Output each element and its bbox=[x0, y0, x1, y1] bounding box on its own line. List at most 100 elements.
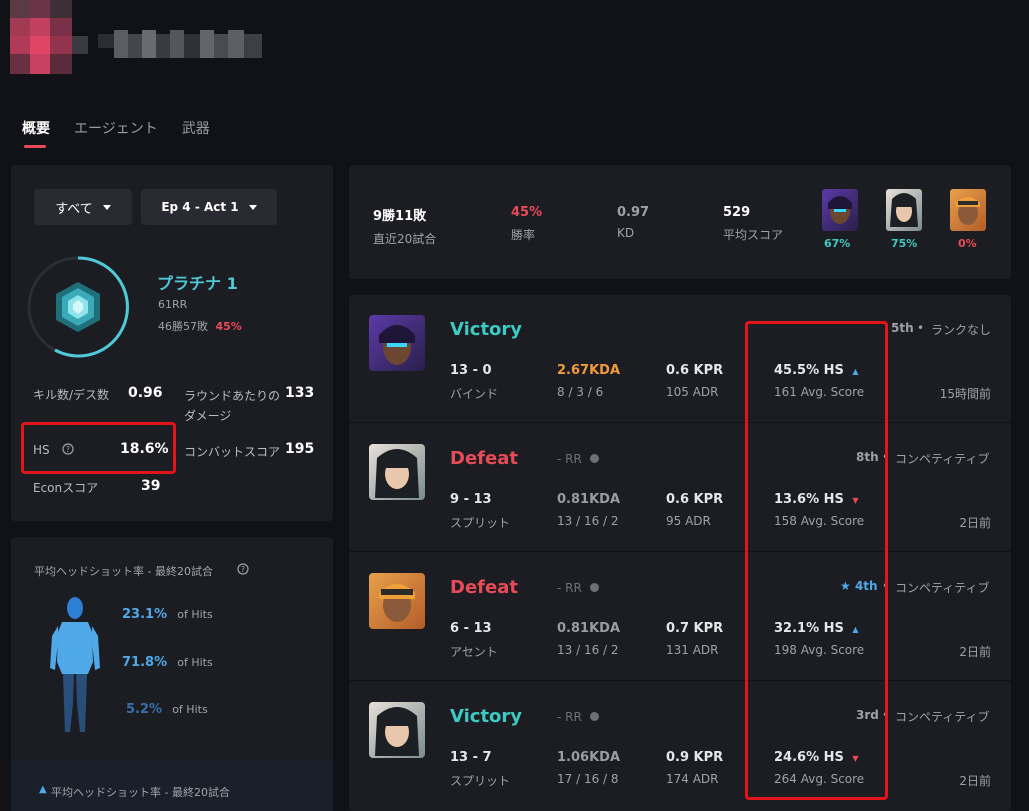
match-time: 2日前 bbox=[959, 516, 991, 530]
legs-hit-pct: 5.2% bbox=[126, 702, 163, 717]
summary-winrate-value: 45% bbox=[511, 205, 543, 220]
tab-weapons[interactable]: 武器 bbox=[182, 118, 210, 148]
rank-progress-ring bbox=[27, 256, 129, 358]
head-hit-row: 23.1% of Hits bbox=[122, 607, 213, 622]
summary-score-label: 平均スコア bbox=[723, 228, 784, 242]
info-icon[interactable] bbox=[589, 454, 599, 463]
summary-record: 9勝11敗 直近20試合 bbox=[373, 205, 436, 247]
match-time: 15時間前 bbox=[939, 387, 991, 401]
summary-kd-label: KD bbox=[617, 226, 635, 240]
act-filter-label: Ep 4 - Act 1 bbox=[161, 200, 239, 214]
econ-value: 39 bbox=[141, 478, 161, 494]
summary-kd: 0.97 KD bbox=[617, 205, 649, 240]
of-hits-label: of Hits bbox=[172, 703, 208, 716]
highlight-box bbox=[21, 422, 176, 474]
match-kda: 2.67KDA bbox=[557, 363, 621, 378]
match-adr: 131 ADR bbox=[666, 643, 719, 657]
headshot-title: 平均ヘッドショット率 - 最終20試合 bbox=[34, 565, 213, 578]
kd-value: 0.96 bbox=[128, 385, 163, 401]
legs-region bbox=[63, 674, 74, 732]
match-map: アセント bbox=[450, 645, 498, 659]
summary-winrate: 45% 勝率 bbox=[511, 205, 542, 243]
match-result: Victory bbox=[450, 319, 523, 340]
bullet-dot-icon: • bbox=[917, 321, 925, 335]
match-rr-value: - RR bbox=[557, 452, 582, 466]
combat-score-label: コンバットスコア bbox=[184, 445, 281, 459]
agent-raze-thumb[interactable] bbox=[950, 189, 986, 231]
info-icon[interactable] bbox=[589, 583, 599, 592]
match-time: 2日前 bbox=[959, 645, 991, 659]
damage-per-round-label: ラウンドあたりの ダメージ bbox=[184, 389, 281, 423]
match-adr: 95 ADR bbox=[666, 514, 711, 528]
legs-hit-row: 5.2% of Hits bbox=[126, 702, 208, 717]
svg-text:?: ? bbox=[241, 565, 245, 574]
mode-filter-label: すべて bbox=[55, 201, 93, 217]
profile-tabs: 概要 エージェント 武器 bbox=[22, 118, 210, 148]
damage-per-round-value: 133 bbox=[285, 385, 315, 401]
match-kda-detail: 17 / 16 / 8 bbox=[557, 772, 619, 786]
match-time: 2日前 bbox=[959, 774, 991, 788]
match-rr-value: - RR bbox=[557, 581, 582, 595]
match-kda: 0.81KDA bbox=[557, 492, 621, 507]
headshot-footer-label: 平均ヘッドショット率 - 最終20試合 bbox=[51, 786, 230, 799]
of-hits-label: of Hits bbox=[177, 656, 213, 669]
triangle-up-icon: ▲ bbox=[39, 784, 47, 795]
torso-region bbox=[57, 622, 93, 674]
match-kda-detail: 13 / 16 / 2 bbox=[557, 514, 619, 528]
rank-record: 46勝57敗 bbox=[158, 320, 208, 333]
agent-3-winrate: 0% bbox=[958, 237, 977, 250]
match-map: バインド bbox=[450, 387, 499, 401]
head-region bbox=[67, 597, 83, 619]
match-rr: - RR bbox=[557, 581, 599, 595]
summary-record-label: 直近20試合 bbox=[373, 232, 437, 246]
match-adr: 105 ADR bbox=[666, 385, 719, 399]
match-adr: 174 ADR bbox=[666, 772, 719, 786]
act-filter-dropdown[interactable]: Ep 4 - Act 1 bbox=[141, 189, 277, 225]
combat-score-value: 195 bbox=[285, 441, 315, 457]
agent-2-winrate: 75% bbox=[891, 237, 918, 250]
kd-label: キル数/デス数 bbox=[33, 388, 110, 402]
tab-overview[interactable]: 概要 bbox=[22, 118, 50, 148]
match-score: 9 - 13 bbox=[450, 492, 492, 507]
match-rr: - RR bbox=[557, 710, 599, 724]
rank-winrate: 45% bbox=[215, 320, 242, 333]
agent-sage-thumb[interactable] bbox=[886, 189, 922, 231]
match-rr: - RR bbox=[557, 452, 599, 466]
agent-neon-icon bbox=[369, 315, 425, 371]
of-hits-label: of Hits bbox=[177, 608, 213, 621]
match-score: 6 - 13 bbox=[450, 621, 492, 636]
mode-filter-dropdown[interactable]: すべて bbox=[34, 189, 132, 225]
match-map: スプリット bbox=[450, 516, 511, 530]
match-placement: 5th bbox=[891, 321, 914, 335]
body-figure-icon bbox=[50, 597, 100, 732]
chevron-down-icon bbox=[248, 204, 257, 210]
summary-score: 529 平均スコア bbox=[723, 205, 783, 243]
match-result: Defeat bbox=[450, 577, 518, 598]
info-icon[interactable] bbox=[589, 712, 599, 721]
agent-sage-icon bbox=[369, 444, 425, 500]
match-queue: コンペティティブ bbox=[895, 452, 990, 466]
tab-agents[interactable]: エージェント bbox=[74, 118, 158, 148]
platinum-rank-icon bbox=[56, 282, 100, 332]
match-kpr: 0.7 KPR bbox=[666, 621, 724, 636]
match-row[interactable]: Defeat - RR 8th • コンペティティブ 9 - 13 スプリット … bbox=[349, 424, 1011, 552]
match-row[interactable]: Victory 5th • ランクなし 13 - 0 バインド 2.67KDA … bbox=[349, 295, 1011, 423]
summary-winrate-label: 勝率 bbox=[511, 228, 536, 242]
agent-neon-thumb[interactable] bbox=[822, 189, 858, 231]
match-map: スプリット bbox=[450, 774, 511, 788]
highlight-box bbox=[745, 321, 888, 800]
rank-record-line: 46勝57敗 45% bbox=[158, 318, 242, 334]
match-result: Defeat bbox=[450, 448, 518, 469]
help-icon[interactable]: ? bbox=[237, 563, 249, 575]
match-row[interactable]: Victory - RR 3rd • コンペティティブ 13 - 7 スプリット… bbox=[349, 682, 1011, 811]
summary-kd-value: 0.97 bbox=[617, 205, 650, 220]
match-row[interactable]: Defeat - RR ★ 4th • コンペティティブ 6 - 13 アセント… bbox=[349, 553, 1011, 681]
rank-name: プラチナ 1 bbox=[157, 274, 238, 293]
body-hit-row: 71.8% of Hits bbox=[122, 655, 213, 670]
match-queue: コンペティティブ bbox=[895, 710, 990, 724]
match-queue: ランクなし bbox=[931, 323, 992, 337]
body-hit-pct: 71.8% bbox=[122, 655, 168, 670]
headshot-footer[interactable]: ▲ 平均ヘッドショット率 - 最終20試合 bbox=[11, 760, 333, 811]
agent-sage-icon bbox=[369, 702, 425, 758]
match-score: 13 - 0 bbox=[450, 363, 492, 378]
